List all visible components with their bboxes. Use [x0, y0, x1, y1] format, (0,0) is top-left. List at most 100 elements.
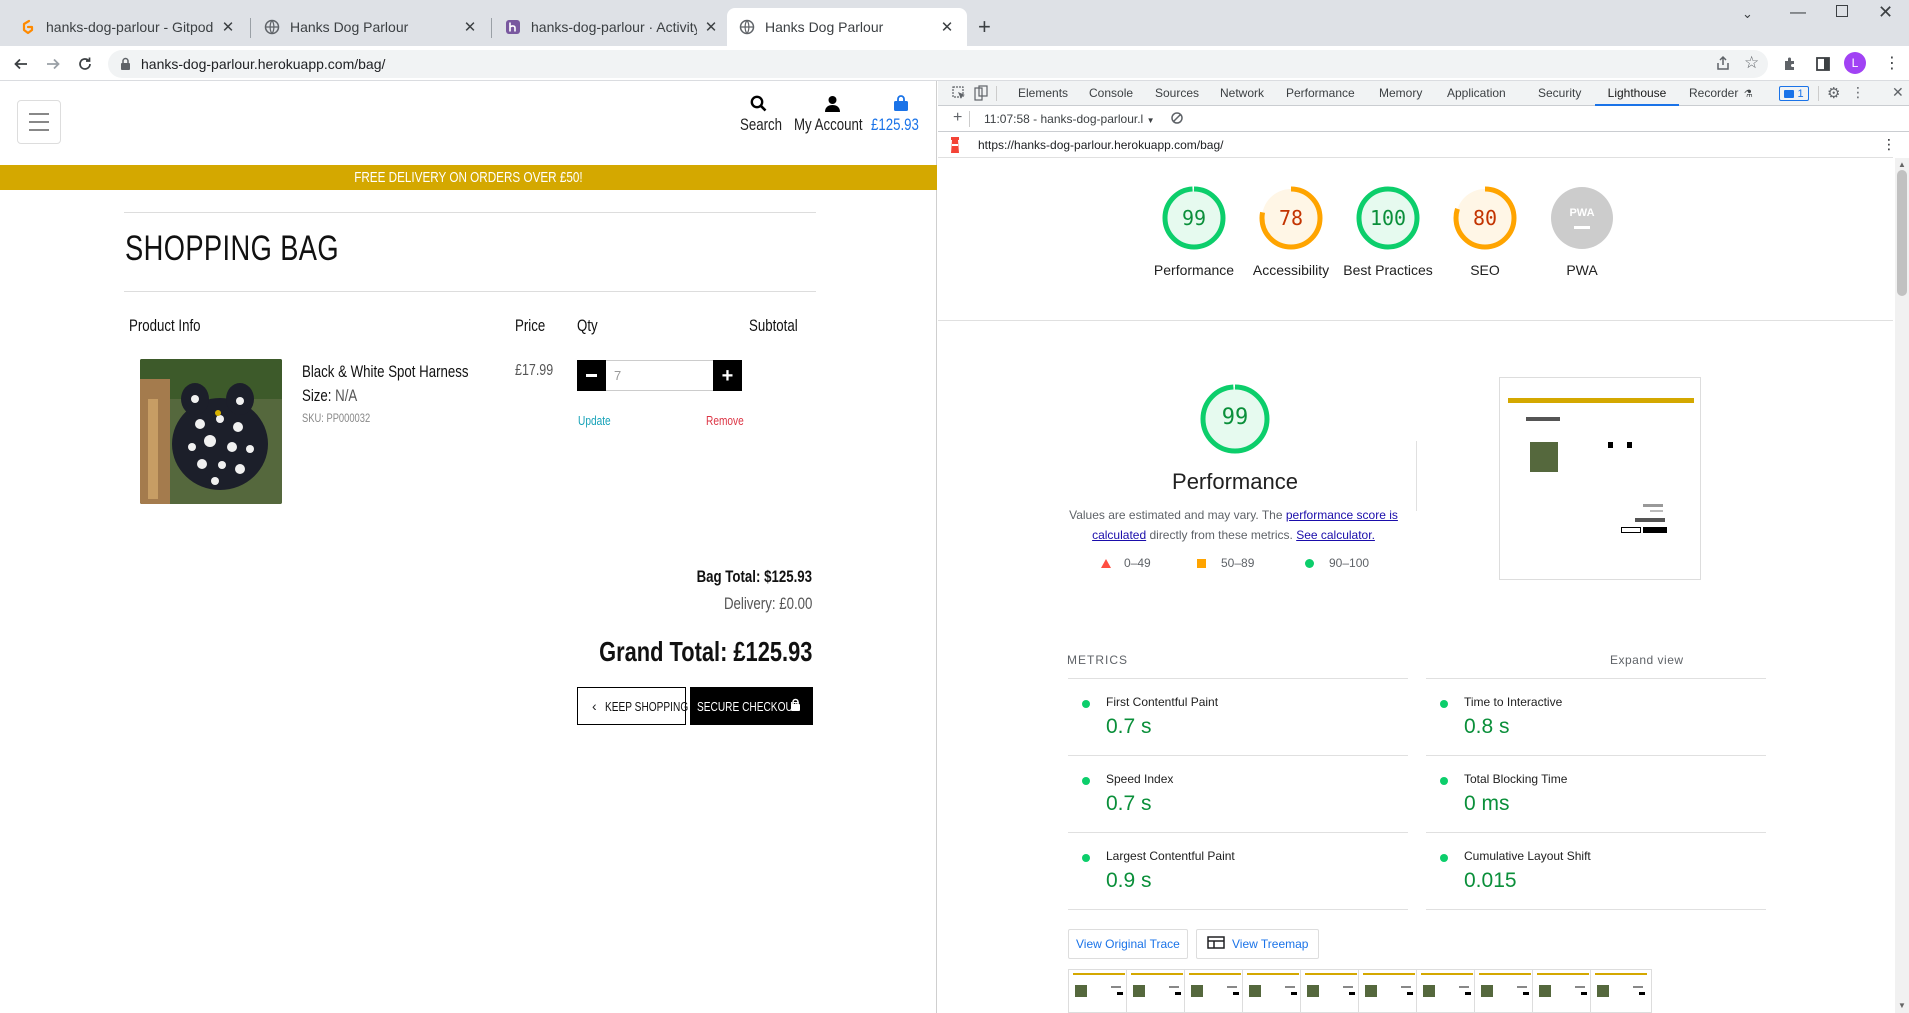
secure-checkout-button[interactable]: SECURE CHECKOUT — [690, 687, 813, 725]
scroll-up-icon[interactable]: ▲ — [1898, 160, 1906, 169]
divider — [124, 212, 816, 213]
side-panel-icon[interactable] — [1814, 55, 1832, 73]
devtools-panel: Elements Console Sources Network Perform… — [938, 81, 1909, 1013]
devtools-tab-lighthouse[interactable]: Lighthouse — [1595, 81, 1679, 106]
decrement-button[interactable] — [577, 360, 606, 391]
lock-icon[interactable] — [120, 57, 131, 74]
gauge-label: PWA — [1566, 262, 1598, 278]
chrome-menu-icon[interactable]: ⋮ — [1884, 53, 1900, 73]
filmstrip-frame — [1358, 969, 1420, 1013]
scrollbar-thumb[interactable] — [1897, 170, 1907, 296]
devtools-tab-network[interactable]: Network — [1220, 81, 1264, 106]
filmstrip-frame — [1068, 969, 1130, 1013]
circle-icon — [1305, 558, 1314, 568]
gauge-best-practices[interactable]: 100 — [1355, 185, 1421, 251]
remove-link[interactable]: Remove — [706, 413, 744, 428]
browser-tab-strip: hanks-dog-parlour - Gitpod Code ✕ Hanks … — [0, 0, 1909, 46]
settings-gear-icon[interactable]: ⚙ — [1827, 84, 1840, 102]
maximize-icon[interactable] — [1836, 5, 1848, 17]
see-calculator-link[interactable]: See calculator. — [1296, 528, 1375, 542]
issues-badge[interactable]: 1 — [1779, 86, 1809, 101]
close-icon[interactable]: ✕ — [703, 18, 719, 36]
devtools-tab-security[interactable]: Security — [1538, 81, 1581, 106]
gauge-label: Accessibility — [1252, 262, 1330, 278]
report-url-bar: https://hanks-dog-parlour.herokuapp.com/… — [938, 132, 1896, 158]
search-nav[interactable]: Search — [738, 95, 782, 135]
chevron-left-icon: ‹ — [592, 698, 597, 714]
reload-icon[interactable] — [76, 55, 94, 73]
window-close-icon[interactable]: ✕ — [1878, 2, 1893, 23]
minimize-icon[interactable]: — — [1790, 4, 1806, 22]
quantity-input[interactable]: 7 — [606, 360, 713, 391]
browser-tab-gitpod[interactable]: hanks-dog-parlour - Gitpod Code ✕ — [8, 8, 248, 46]
forward-icon[interactable] — [44, 55, 62, 73]
device-toolbar-icon[interactable] — [974, 85, 988, 104]
tab-title: Hanks Dog Parlour — [765, 19, 884, 35]
keep-shopping-button[interactable]: ‹ KEEP SHOPPING — [577, 687, 688, 725]
bag-total: Bag Total: $125.93 — [696, 567, 812, 586]
extensions-icon[interactable] — [1781, 55, 1799, 73]
bookmark-star-icon[interactable]: ☆ — [1744, 53, 1759, 73]
globe-icon — [264, 19, 280, 35]
divider — [124, 291, 816, 292]
keep-shopping-label: KEEP SHOPPING — [604, 698, 688, 714]
hamburger-menu-button[interactable] — [17, 100, 61, 144]
devtools-tab-performance[interactable]: Performance — [1286, 81, 1355, 106]
gauge-performance[interactable]: 99 — [1161, 185, 1227, 251]
tab-search-icon[interactable]: ⌄ — [1742, 6, 1753, 22]
devtools-tab-memory[interactable]: Memory — [1379, 81, 1422, 106]
metric-value: 0.9 s — [1106, 869, 1152, 892]
metric-value: 0.7 s — [1106, 792, 1152, 815]
devtools-menu-icon[interactable]: ⋮ — [1851, 84, 1865, 101]
inspect-element-icon[interactable] — [952, 86, 966, 103]
gauge-seo[interactable]: 80 — [1452, 185, 1518, 251]
address-bar[interactable]: hanks-dog-parlour.herokuapp.com/bag/ ☆ — [108, 50, 1768, 78]
col-product-info: Product Info — [129, 316, 201, 335]
browser-tab-hanks-active[interactable]: Hanks Dog Parlour ✕ — [727, 8, 967, 46]
devtools-tab-application[interactable]: Application — [1447, 81, 1506, 106]
close-icon[interactable]: ✕ — [462, 18, 478, 36]
gauge-accessibility[interactable]: 78 — [1258, 185, 1324, 251]
new-tab-icon[interactable]: + — [978, 14, 991, 40]
browser-tab-hanks-1[interactable]: Hanks Dog Parlour ✕ — [252, 8, 490, 46]
expand-view-toggle[interactable]: Expand view — [1610, 653, 1684, 667]
close-icon[interactable]: ✕ — [220, 18, 236, 36]
view-treemap-button[interactable]: View Treemap — [1196, 929, 1320, 959]
filmstrip-frame — [1474, 969, 1536, 1013]
report-selector[interactable]: 11:07:58 - hanks-dog-parlour.l ▼ — [984, 112, 1154, 126]
bag-nav[interactable]: £125.93 — [871, 95, 931, 135]
devtools-tab-sources[interactable]: Sources — [1155, 81, 1199, 106]
clear-reports-icon[interactable] — [1170, 111, 1184, 128]
scroll-down-icon[interactable]: ▼ — [1898, 1001, 1906, 1010]
close-icon[interactable]: ✕ — [939, 18, 955, 36]
update-link[interactable]: Update — [578, 413, 611, 428]
gitpod-icon — [20, 19, 36, 35]
view-trace-button[interactable]: View Original Trace — [1068, 929, 1188, 959]
increment-button[interactable]: + — [713, 360, 742, 391]
back-icon[interactable] — [12, 55, 30, 73]
devtools-close-icon[interactable]: ✕ — [1892, 84, 1904, 101]
filmstrip-frame — [1532, 969, 1594, 1013]
final-screenshot-thumbnail[interactable] — [1499, 377, 1701, 580]
metrics-header: METRICS — [1067, 653, 1128, 667]
globe-icon — [739, 19, 755, 35]
devtools-tab-recorder[interactable]: Recorder ⚗ — [1689, 81, 1753, 106]
account-nav[interactable]: My Account — [793, 95, 871, 135]
share-icon[interactable] — [1715, 55, 1731, 74]
pass-dot-icon — [1440, 854, 1448, 862]
metric-name: Time to Interactive — [1464, 695, 1563, 709]
browser-tab-heroku[interactable]: hanks-dog-parlour · Activity | Heroku ✕ — [493, 8, 731, 46]
report-menu-icon[interactable]: ⋮ — [1882, 136, 1896, 153]
pass-dot-icon — [1440, 700, 1448, 708]
new-report-icon[interactable]: + — [953, 109, 962, 127]
performance-title: Performance — [1172, 469, 1298, 494]
search-icon — [738, 95, 778, 115]
lock-icon — [790, 698, 801, 717]
profile-avatar[interactable]: L — [1844, 52, 1866, 74]
devtools-tab-elements[interactable]: Elements — [1018, 81, 1068, 106]
user-icon — [793, 95, 871, 115]
col-subtotal: Subtotal — [749, 316, 798, 335]
product-sku: SKU: PP000032 — [302, 411, 371, 425]
devtools-tab-console[interactable]: Console — [1089, 81, 1133, 106]
gauge-pwa[interactable]: PWA — [1549, 185, 1615, 251]
